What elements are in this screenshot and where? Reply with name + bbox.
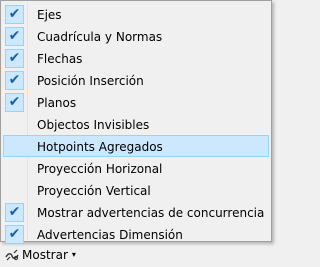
menu-items: ✔ Ejes ✔ Cuadrícula y Normas ✔ Flechas ✔ Posici… (3, 3, 269, 245)
menu-item[interactable]: ✔ Flechas (3, 47, 269, 69)
checkmark-icon: ✔ (5, 27, 24, 46)
checkmark-icon: ✔ (5, 49, 24, 68)
menu-item-label: Proyección Horizonal (37, 162, 163, 176)
chevron-down-icon: ▾ (71, 250, 76, 259)
menu-item[interactable]: ✔ Mostrar advertencias de concurrencia (3, 201, 269, 223)
menu-item-label: Posición Inserción (37, 74, 144, 88)
menu-item[interactable]: ✔ Posición Inserción (3, 69, 269, 91)
show-button-label: Mostrar (22, 248, 68, 262)
menu-item[interactable]: ✔ Advertencias Dimensión (3, 223, 269, 245)
menu-item-label: Planos (37, 96, 77, 110)
menu-item-label: Flechas (37, 52, 83, 66)
menu-item-label: Advertencias Dimensión (37, 228, 183, 242)
checkmark-icon: ✔ (5, 93, 24, 112)
menu-item[interactable]: Proyección Vertical (3, 179, 269, 201)
checkmark-icon: ✔ (5, 203, 24, 222)
checkmark-icon: ✔ (5, 225, 24, 244)
menu-item[interactable]: Hotpoints Agregados (3, 135, 269, 157)
menu-item-label: Objectos Invisibles (37, 118, 150, 132)
menu-item[interactable]: Proyección Horizonal (3, 157, 269, 179)
menu-item[interactable]: ✔ Ejes (3, 3, 269, 25)
menu-item[interactable]: Objectos Invisibles (3, 113, 269, 135)
checkmark-icon: ✔ (5, 5, 24, 24)
checkmark-icon: ✔ (5, 71, 24, 90)
menu-item-label: Hotpoints Agregados (37, 140, 163, 154)
menu-item[interactable]: ✔ Cuadrícula y Normas (3, 25, 269, 47)
show-options-icon (5, 249, 19, 261)
menu-item-label: Ejes (37, 8, 62, 22)
show-dropdown-button[interactable]: Mostrar ▾ (2, 245, 80, 265)
menu-item[interactable]: ✔ Planos (3, 91, 269, 113)
menu-item-label: Cuadrícula y Normas (37, 30, 163, 44)
display-options-menu: ✔ Ejes ✔ Cuadrícula y Normas ✔ Flechas ✔ Posici… (0, 0, 272, 245)
menu-item-label: Proyección Vertical (37, 184, 151, 198)
menu-item-label: Mostrar advertencias de concurrencia (37, 206, 265, 220)
